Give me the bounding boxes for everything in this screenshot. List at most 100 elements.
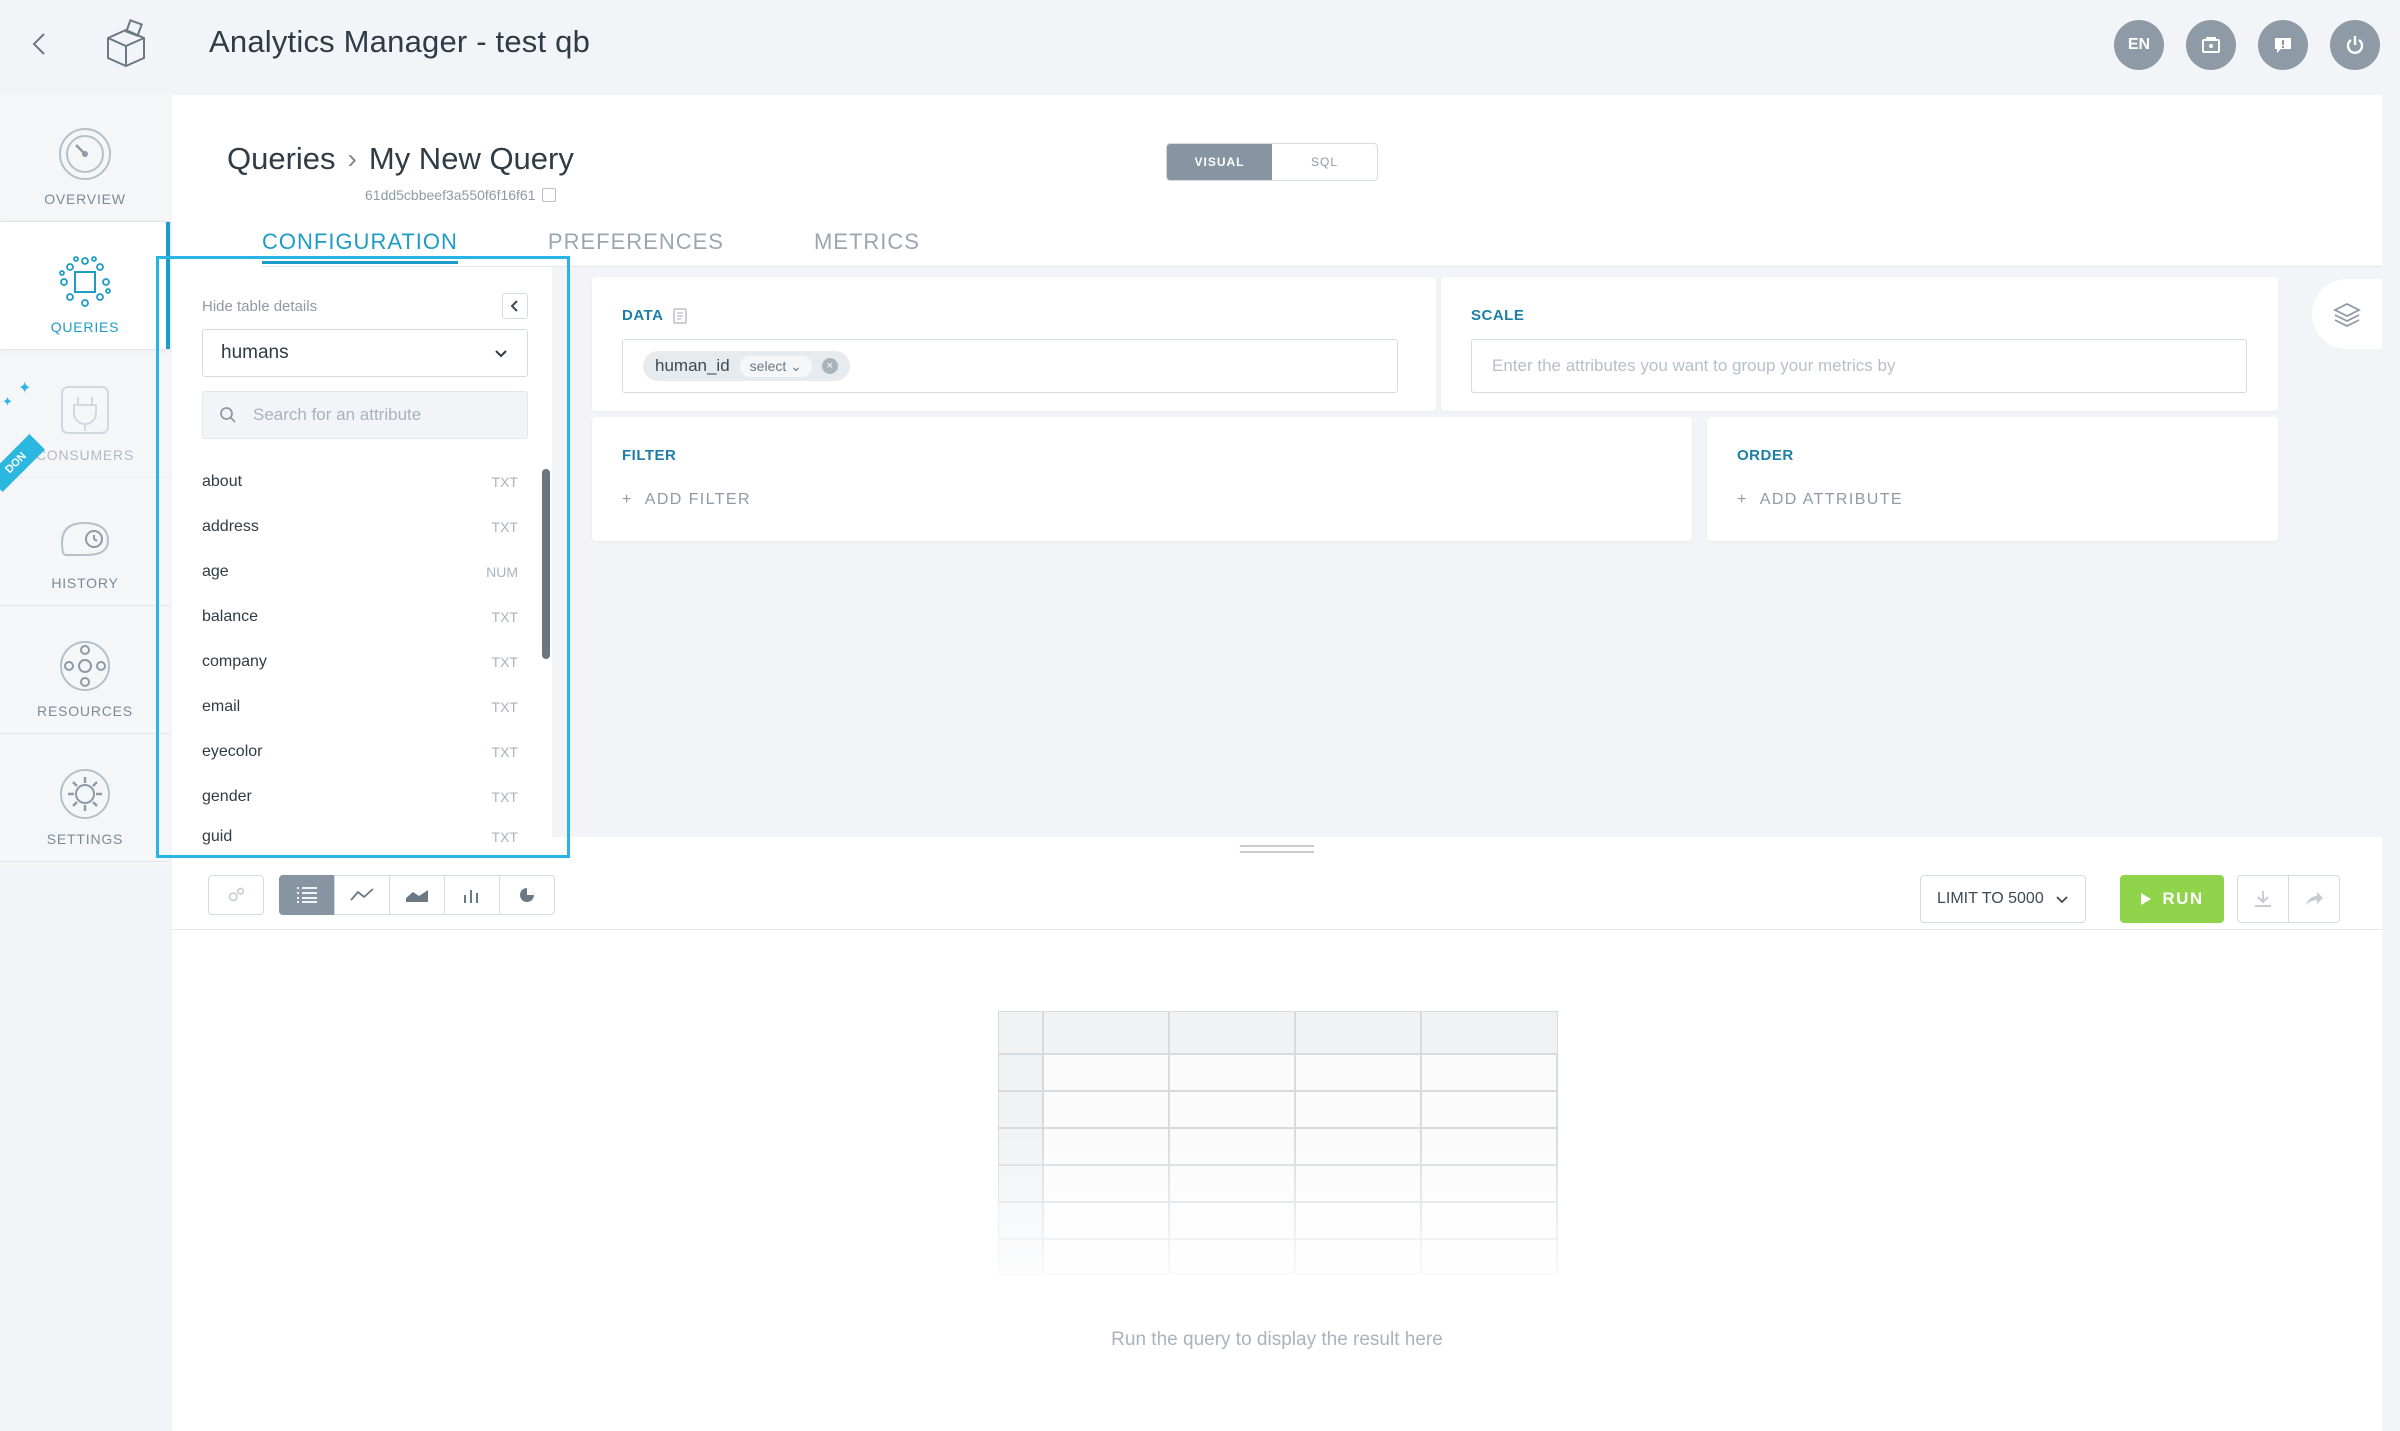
back-arrow-icon[interactable] bbox=[22, 26, 58, 62]
feedback-icon[interactable] bbox=[2258, 20, 2308, 70]
export-actions bbox=[2237, 875, 2340, 923]
attribute-row[interactable]: balance TXT bbox=[202, 594, 518, 639]
table-view-button[interactable] bbox=[279, 875, 335, 915]
scale-input-wrapper bbox=[1471, 339, 2247, 393]
visualization-switcher bbox=[279, 875, 555, 915]
nav-label-overview: OVERVIEW bbox=[44, 191, 126, 207]
attribute-name: gender bbox=[202, 787, 252, 805]
document-icon[interactable] bbox=[673, 307, 688, 324]
chevron-right-icon: › bbox=[347, 143, 357, 174]
data-attributes-input[interactable]: human_id select ⌄ × bbox=[622, 339, 1398, 393]
attribute-row[interactable]: about TXT bbox=[202, 459, 518, 504]
area-chart-button[interactable] bbox=[389, 875, 445, 915]
result-area: Run the query to display the result here bbox=[172, 931, 2382, 1431]
attribute-name: address bbox=[202, 517, 259, 535]
pie-chart-button[interactable] bbox=[499, 875, 555, 915]
query-id-text: 61dd5cbbeef3a550f6f16f61 bbox=[365, 187, 536, 203]
scale-card: SCALE bbox=[1441, 277, 2278, 411]
main-panel: Queries › My New Query 61dd5cbbeef3a550f… bbox=[172, 95, 2382, 1431]
nav-label-history: HISTORY bbox=[51, 575, 119, 591]
tab-metrics[interactable]: METRICS bbox=[814, 229, 920, 264]
copy-icon[interactable] bbox=[541, 188, 556, 202]
attribute-row[interactable]: age NUM bbox=[202, 549, 518, 594]
attribute-type: TXT bbox=[491, 653, 518, 670]
attribute-name: email bbox=[202, 697, 241, 715]
nav-item-history[interactable]: HISTORY bbox=[0, 478, 170, 606]
nav-item-resources[interactable]: RESOURCES bbox=[0, 606, 170, 734]
tab-preferences[interactable]: PREFERENCES bbox=[548, 229, 724, 264]
run-button[interactable]: RUN bbox=[2120, 875, 2224, 923]
attribute-row[interactable]: address TXT bbox=[202, 504, 518, 549]
add-filter-button[interactable]: + ADD FILTER bbox=[622, 491, 751, 509]
add-attribute-button[interactable]: + ADD ATTRIBUTE bbox=[1737, 491, 1903, 509]
empty-table-illustration bbox=[998, 1011, 1558, 1275]
add-filter-label: ADD FILTER bbox=[644, 491, 751, 508]
download-button[interactable] bbox=[2237, 875, 2289, 923]
attribute-row[interactable]: gender TXT bbox=[202, 774, 518, 819]
scale-input[interactable] bbox=[1492, 356, 2226, 376]
attribute-search-input[interactable] bbox=[253, 405, 513, 425]
attribute-type: TXT bbox=[491, 473, 518, 490]
app-cube-logo-icon[interactable] bbox=[98, 18, 154, 74]
attribute-type: TXT bbox=[491, 743, 518, 760]
left-navigation: OVERVIEW QUERIES CONSUMERS HISTORY RESOU… bbox=[0, 94, 170, 868]
nav-label-resources: RESOURCES bbox=[37, 703, 133, 719]
hide-table-details-label[interactable]: Hide table details bbox=[202, 298, 317, 315]
add-attribute-label: ADD ATTRIBUTE bbox=[1759, 491, 1903, 508]
marketplace-icon[interactable] bbox=[2186, 20, 2236, 70]
page-title: My New Query bbox=[368, 141, 574, 176]
limit-select[interactable]: LIMIT TO 5000 bbox=[1920, 875, 2086, 923]
play-icon bbox=[2141, 893, 2152, 905]
pie-chart-icon bbox=[520, 888, 534, 902]
search-icon bbox=[220, 407, 236, 423]
breadcrumb: Queries › My New Query bbox=[227, 141, 574, 177]
attribute-row[interactable]: email TXT bbox=[202, 684, 518, 729]
resize-handle[interactable] bbox=[1240, 845, 1314, 853]
attribute-row[interactable]: guid TXT bbox=[202, 819, 518, 855]
query-id: 61dd5cbbeef3a550f6f16f61 bbox=[365, 187, 556, 203]
language-button[interactable]: EN bbox=[2114, 20, 2164, 70]
collapse-panel-button[interactable] bbox=[502, 293, 528, 319]
power-icon[interactable] bbox=[2330, 20, 2380, 70]
visual-mode-button[interactable]: VISUAL bbox=[1167, 144, 1272, 180]
scale-card-title: SCALE bbox=[1471, 307, 1525, 324]
aggregation-select[interactable]: select ⌄ bbox=[739, 355, 812, 377]
line-chart-button[interactable] bbox=[334, 875, 390, 915]
layers-icon[interactable] bbox=[2312, 279, 2382, 349]
order-card-title: ORDER bbox=[1737, 447, 1794, 464]
table-details-panel: Hide table details humans about TXT addre… bbox=[172, 267, 552, 845]
tab-bar: CONFIGURATION PREFERENCES METRICS bbox=[262, 229, 1010, 264]
configuration-area: Hide table details humans about TXT addre… bbox=[172, 267, 2382, 845]
table-select-value: humans bbox=[221, 342, 289, 363]
area-chart-icon bbox=[406, 890, 428, 902]
limit-select-value: LIMIT TO 5000 bbox=[1937, 890, 2044, 907]
order-card: ORDER + ADD ATTRIBUTE bbox=[1707, 417, 2278, 541]
plus-icon: + bbox=[1737, 491, 1748, 508]
remove-chip-icon[interactable]: × bbox=[821, 358, 838, 374]
sparkle-icon: ✦ bbox=[2, 394, 13, 409]
tab-configuration[interactable]: CONFIGURATION bbox=[262, 229, 458, 264]
attribute-name: company bbox=[202, 652, 267, 670]
gear-icon bbox=[60, 769, 110, 819]
nav-item-overview[interactable]: OVERVIEW bbox=[0, 94, 170, 222]
line-chart-icon bbox=[350, 888, 374, 901]
nav-item-queries[interactable]: QUERIES bbox=[0, 222, 170, 350]
attribute-list-scrollbar[interactable] bbox=[542, 469, 550, 659]
breadcrumb-queries-link[interactable]: Queries bbox=[227, 141, 336, 177]
run-label: RUN bbox=[2162, 889, 2204, 908]
filter-card: FILTER + ADD FILTER bbox=[592, 417, 1692, 541]
resources-icon bbox=[60, 641, 110, 691]
gauge-icon bbox=[59, 128, 111, 180]
table-select[interactable]: humans bbox=[202, 329, 528, 377]
attribute-list: about TXT address TXT age NUM balance TXT co… bbox=[202, 459, 518, 855]
filter-card-title: FILTER bbox=[622, 447, 677, 464]
list-icon bbox=[297, 887, 317, 903]
sql-mode-button[interactable]: SQL bbox=[1272, 144, 1377, 180]
bar-chart-button[interactable] bbox=[444, 875, 500, 915]
chart-settings-button[interactable] bbox=[208, 875, 264, 915]
gears-icon bbox=[228, 887, 245, 902]
nav-item-settings[interactable]: SETTINGS bbox=[0, 734, 170, 862]
share-button[interactable] bbox=[2288, 875, 2340, 923]
attribute-row[interactable]: eyecolor TXT bbox=[202, 729, 518, 774]
attribute-row[interactable]: company TXT bbox=[202, 639, 518, 684]
